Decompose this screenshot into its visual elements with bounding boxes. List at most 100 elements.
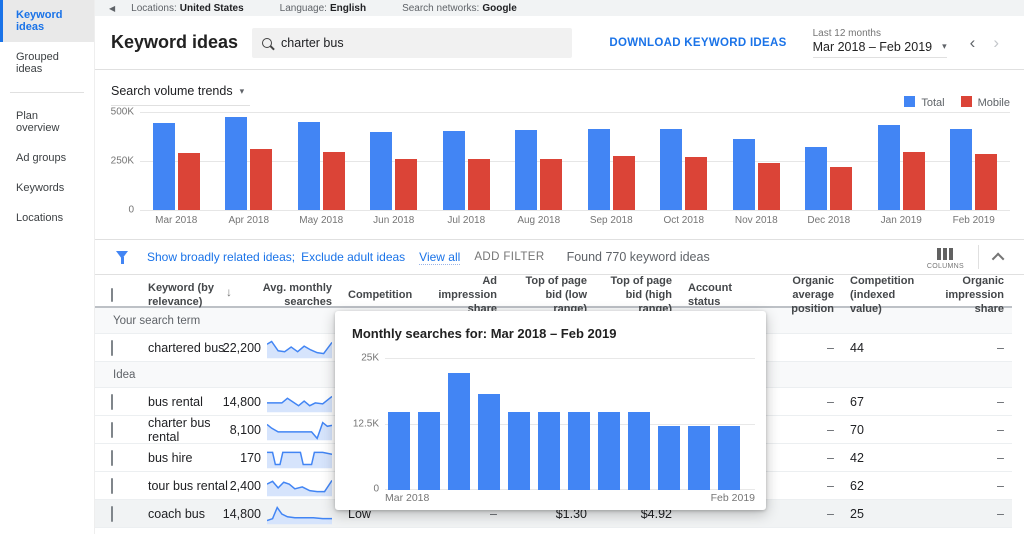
month-group: Feb 2019 — [950, 112, 997, 228]
competition-indexed-cell: 42 — [842, 451, 928, 465]
search-input[interactable] — [281, 36, 562, 50]
collapse-panel-icon[interactable]: ◀ — [109, 4, 115, 13]
organic-avg-position-cell: – — [770, 423, 842, 437]
keyword-cell: bus hire — [140, 451, 240, 465]
bar-pair — [225, 112, 272, 210]
sparkline-chart[interactable] — [267, 337, 332, 359]
y-axis-tick: 12.5K — [353, 419, 379, 430]
total-bar — [660, 129, 682, 210]
mobile-bar — [395, 159, 417, 210]
row-checkbox[interactable] — [111, 422, 113, 438]
checkbox-cell — [95, 423, 140, 437]
avg-monthly-searches-cell: 2,400 — [240, 475, 340, 497]
mobile-bar — [903, 152, 925, 210]
month-label: Jul 2018 — [447, 215, 485, 226]
date-range-selector[interactable]: Last 12 months Mar 2018 – Feb 2019 ▾ — [813, 28, 947, 58]
bar-pair — [588, 112, 635, 210]
select-all-checkbox[interactable] — [111, 288, 113, 302]
setting-locations[interactable]: Locations:United States — [131, 3, 244, 14]
columns-button[interactable]: COLUMNS — [927, 245, 964, 270]
row-checkbox[interactable] — [111, 394, 113, 410]
month-group: May 2018 — [298, 112, 345, 228]
column-header-1: Keyword (by relevance)↓ — [140, 282, 240, 310]
sidebar-item-grouped-ideas[interactable]: Grouped ideas — [0, 42, 94, 84]
sidebar-item-ad-groups[interactable]: Ad groups — [0, 143, 94, 173]
keyword-searchbox[interactable] — [252, 28, 572, 58]
date-range-caption: Last 12 months — [813, 28, 947, 39]
checkbox-cell — [95, 451, 140, 465]
setting-language[interactable]: Language:English — [280, 3, 366, 14]
competition-indexed-cell: 44 — [842, 341, 928, 355]
collapse-table-icon[interactable] — [992, 252, 1005, 265]
settings-topbar: ◀ Locations:United States Language:Englis… — [95, 0, 1024, 16]
sparkline-chart[interactable] — [267, 419, 332, 441]
bar-pair — [443, 112, 490, 210]
checkbox-cell — [95, 479, 140, 493]
keyword-cell: charter bus rental — [140, 416, 240, 444]
row-checkbox[interactable] — [111, 450, 113, 466]
sparkline-chart[interactable] — [267, 475, 332, 497]
bar-pair — [298, 112, 345, 210]
total-bar — [805, 147, 827, 210]
avg-value: 8,100 — [230, 423, 261, 437]
organic-avg-position-cell: – — [770, 395, 842, 409]
sparkline-chart[interactable] — [267, 391, 332, 413]
popup-bar — [478, 394, 500, 490]
avg-value: 14,800 — [223, 507, 261, 521]
total-bar — [225, 117, 247, 210]
sidebar-item-keywords[interactable]: Keywords — [0, 173, 94, 203]
organic-impression-share-cell: – — [928, 341, 1012, 355]
found-count-text: Found 770 keyword ideas — [567, 250, 710, 264]
row-checkbox[interactable] — [111, 506, 113, 522]
month-label: Apr 2018 — [228, 215, 269, 226]
setting-value: United States — [180, 3, 244, 14]
checkbox-cell — [95, 341, 140, 355]
keyword-planner-app: Keyword ideasGrouped ideas Plan overview… — [0, 0, 1024, 534]
sidebar-divider — [10, 92, 84, 93]
trends-title-dropdown[interactable]: Search volume trends ▾ — [111, 84, 250, 106]
popup-bar — [688, 426, 710, 490]
y-axis-tick: 500K — [111, 107, 134, 118]
mobile-bar — [975, 154, 997, 210]
y-axis-tick: 0 — [128, 205, 134, 216]
avg-monthly-searches-cell: 14,800 — [240, 391, 340, 413]
month-label: Feb 2019 — [953, 215, 995, 226]
sidebar-item-locations[interactable]: Locations — [0, 203, 94, 233]
bar-pair — [153, 112, 200, 210]
row-checkbox[interactable] — [111, 478, 113, 494]
sparkline-chart[interactable] — [267, 447, 332, 469]
view-all-link[interactable]: View all — [419, 250, 460, 265]
popup-bar — [628, 412, 650, 490]
filter-exclude-adult-link[interactable]: Exclude adult ideas — [301, 250, 405, 264]
popup-bar — [388, 412, 410, 490]
total-bar — [515, 130, 537, 210]
month-label: Aug 2018 — [517, 215, 560, 226]
month-group: Aug 2018 — [515, 112, 562, 228]
sort-descending-icon[interactable]: ↓ — [226, 285, 232, 300]
search-icon — [262, 38, 272, 48]
popup-bar — [418, 412, 440, 490]
month-group: Apr 2018 — [225, 112, 272, 228]
chevron-down-icon[interactable]: ▾ — [942, 41, 947, 52]
sparkline-chart[interactable] — [267, 503, 332, 525]
setting-search-networks[interactable]: Search networks:Google — [402, 3, 517, 14]
total-bar — [878, 125, 900, 210]
download-keyword-ideas-button[interactable]: DOWNLOAD KEYWORD IDEAS — [609, 37, 786, 49]
legend-item-total: Total — [904, 96, 944, 109]
mobile-bar — [830, 167, 852, 210]
mobile-bar — [178, 153, 200, 210]
add-filter-button[interactable]: ADD FILTER — [474, 251, 544, 263]
month-group: Jan 2019 — [878, 112, 925, 228]
month-group: Sep 2018 — [588, 112, 635, 228]
sidebar-item-keyword-ideas[interactable]: Keyword ideas — [0, 0, 94, 42]
month-group: Nov 2018 — [733, 112, 780, 228]
filter-icon[interactable] — [116, 251, 129, 264]
sidebar-item-plan-overview[interactable]: Plan overview — [0, 101, 94, 143]
month-label: Jan 2019 — [881, 215, 922, 226]
next-period-button[interactable]: › — [984, 33, 1008, 53]
row-checkbox[interactable] — [111, 340, 113, 356]
filter-broadly-related-link[interactable]: Show broadly related ideas; — [147, 250, 295, 264]
y-axis-tick: 25K — [361, 353, 379, 364]
organic-avg-position-cell: – — [770, 451, 842, 465]
prev-period-button[interactable]: ‹ — [961, 33, 985, 53]
